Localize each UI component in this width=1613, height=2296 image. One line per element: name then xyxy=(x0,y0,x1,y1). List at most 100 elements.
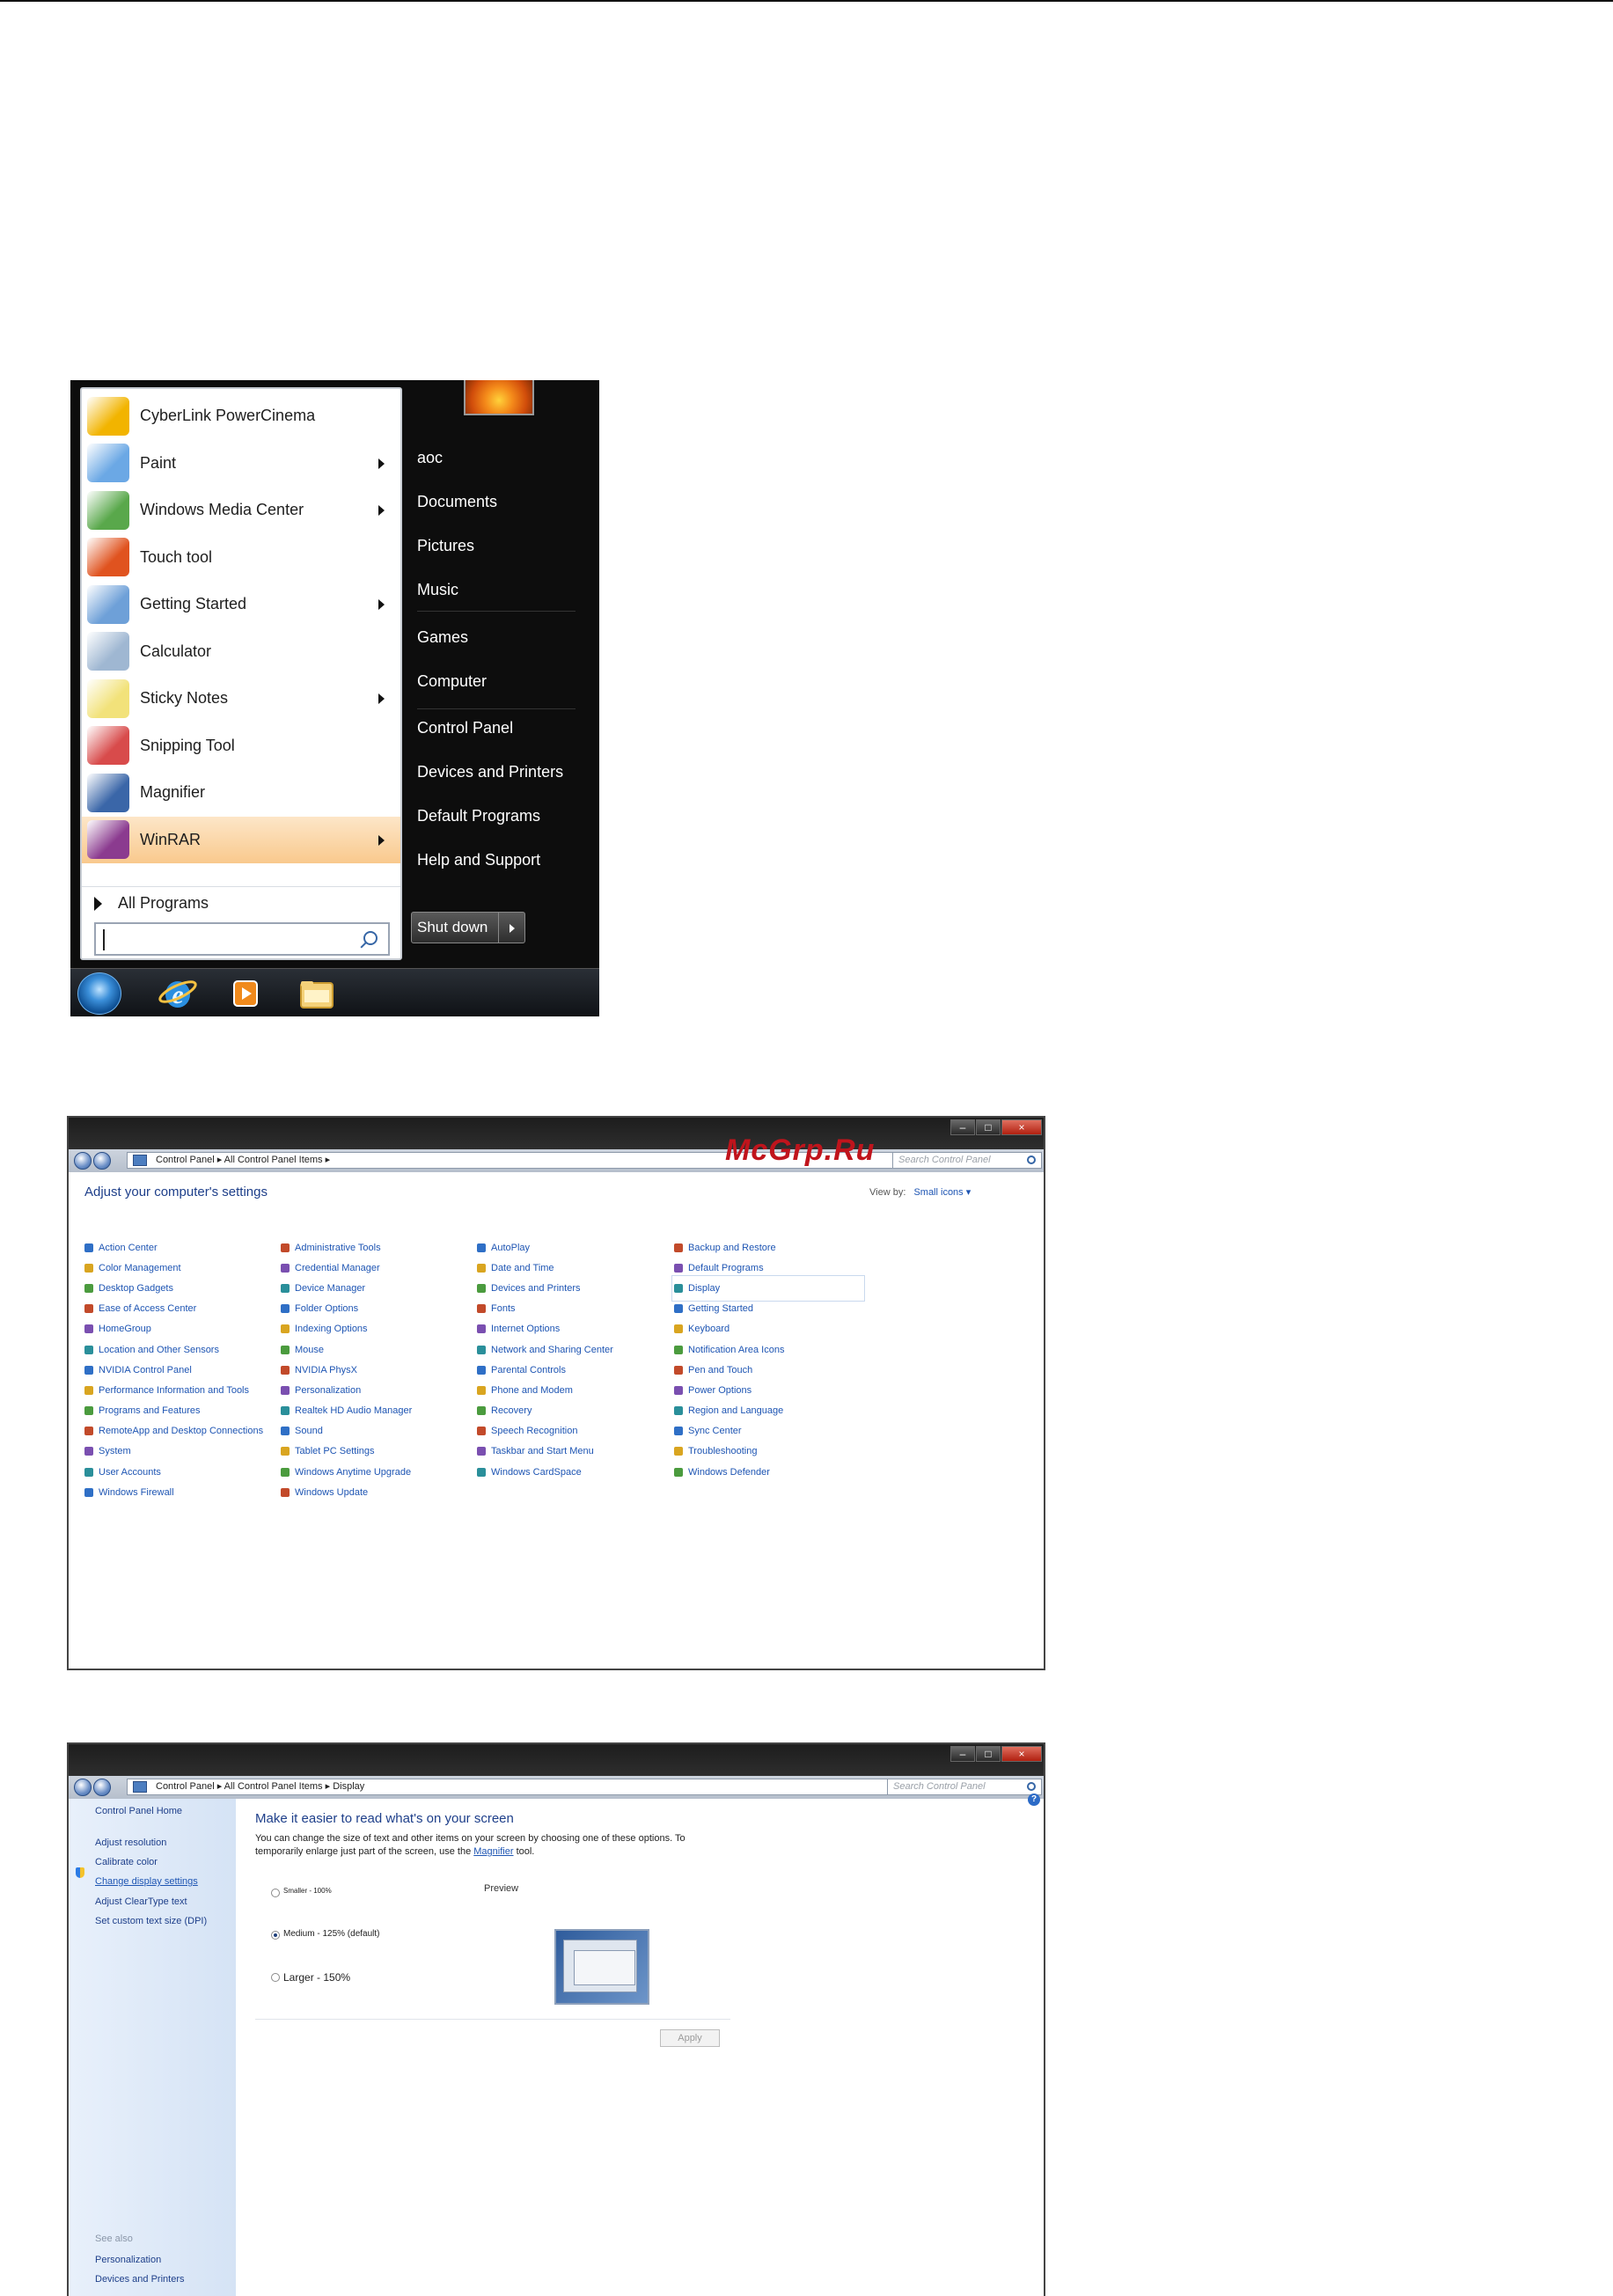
control-panel-item[interactable]: Taskbar and Start Menu xyxy=(477,1441,671,1462)
search-icon[interactable] xyxy=(1027,1782,1036,1791)
minimize-button[interactable]: – xyxy=(950,1746,975,1762)
control-panel-item[interactable]: Windows CardSpace xyxy=(477,1462,671,1482)
close-button[interactable]: × xyxy=(1001,1119,1042,1135)
program-item[interactable]: WinRAR xyxy=(82,816,400,863)
size-option-label[interactable]: Medium - 125% (default) xyxy=(283,1929,380,1939)
see-also-link[interactable]: Devices and Printers xyxy=(95,2274,185,2285)
sidebar-link[interactable]: Calibrate color xyxy=(95,1857,158,1867)
control-panel-item[interactable]: Credential Manager xyxy=(281,1258,474,1278)
control-panel-item[interactable]: Color Management xyxy=(84,1258,278,1278)
maximize-button[interactable]: □ xyxy=(976,1119,1001,1135)
help-icon[interactable]: ? xyxy=(1028,1794,1040,1806)
control-panel-item[interactable]: Sync Center xyxy=(674,1421,868,1441)
control-panel-item[interactable]: Region and Language xyxy=(674,1401,868,1421)
program-item[interactable]: Getting Started xyxy=(82,581,400,627)
control-panel-item[interactable]: NVIDIA PhysX xyxy=(281,1360,474,1380)
control-panel-item[interactable]: Windows Firewall xyxy=(84,1482,278,1502)
control-panel-item[interactable]: Ease of Access Center xyxy=(84,1299,278,1319)
control-panel-item[interactable]: Keyboard xyxy=(674,1319,868,1339)
size-option-radio[interactable] xyxy=(271,1973,280,1982)
control-panel-item[interactable]: NVIDIA Control Panel xyxy=(84,1360,278,1380)
submenu-arrow-icon[interactable] xyxy=(378,458,385,469)
control-panel-item[interactable]: Display xyxy=(671,1275,865,1302)
size-option-radio[interactable] xyxy=(271,1889,280,1897)
control-panel-item[interactable]: Location and Other Sensors xyxy=(84,1339,278,1360)
forward-button[interactable] xyxy=(93,1779,111,1796)
close-button[interactable]: × xyxy=(1001,1746,1042,1762)
control-panel-item[interactable]: RemoteApp and Desktop Connections xyxy=(84,1421,278,1441)
submenu-arrow-icon[interactable] xyxy=(378,599,385,610)
control-panel-home-link[interactable]: Control Panel Home xyxy=(95,1806,182,1816)
program-item[interactable]: Calculator xyxy=(82,628,400,675)
control-panel-item[interactable]: Device Manager xyxy=(281,1278,474,1298)
control-panel-item[interactable]: Mouse xyxy=(281,1339,474,1360)
see-also-link[interactable]: Personalization xyxy=(95,2255,161,2265)
size-option-label[interactable]: Smaller - 100% xyxy=(283,1887,332,1895)
back-button[interactable] xyxy=(74,1779,92,1796)
apply-button[interactable]: Apply xyxy=(660,2029,720,2047)
program-item[interactable]: Sticky Notes xyxy=(82,675,400,722)
submenu-arrow-icon[interactable] xyxy=(378,693,385,704)
control-panel-item[interactable]: Power Options xyxy=(674,1380,868,1400)
control-panel-item[interactable]: Tablet PC Settings xyxy=(281,1441,474,1462)
start-menu-link[interactable]: Games xyxy=(417,628,468,647)
control-panel-item[interactable]: Troubleshooting xyxy=(674,1441,868,1462)
control-panel-item[interactable]: Fonts xyxy=(477,1299,671,1319)
control-panel-item[interactable]: Getting Started xyxy=(674,1299,868,1319)
program-item[interactable]: Snipping Tool xyxy=(82,723,400,769)
control-panel-item[interactable]: Internet Options xyxy=(477,1319,671,1339)
maximize-button[interactable]: □ xyxy=(976,1746,1001,1762)
control-panel-item[interactable]: Backup and Restore xyxy=(674,1237,868,1258)
start-menu-link[interactable]: Default Programs xyxy=(417,807,540,825)
internet-explorer-icon[interactable]: e xyxy=(157,974,199,1013)
start-menu-link[interactable]: Pictures xyxy=(417,537,474,555)
program-item[interactable]: Paint xyxy=(82,440,400,487)
sidebar-link[interactable]: Set custom text size (DPI) xyxy=(95,1916,207,1926)
control-panel-item[interactable]: Windows Defender xyxy=(674,1462,868,1482)
windows-explorer-icon[interactable] xyxy=(296,974,338,1013)
program-item[interactable]: Windows Media Center xyxy=(82,487,400,533)
size-option-radio[interactable] xyxy=(271,1931,280,1940)
submenu-arrow-icon[interactable] xyxy=(378,834,385,846)
forward-button[interactable] xyxy=(93,1152,111,1170)
control-panel-item[interactable]: Programs and Features xyxy=(84,1401,278,1421)
submenu-arrow-icon[interactable] xyxy=(378,505,385,516)
control-panel-item[interactable]: System xyxy=(84,1441,278,1462)
start-orb-icon[interactable] xyxy=(77,972,121,1015)
control-panel-item[interactable]: Folder Options xyxy=(281,1299,474,1319)
minimize-button[interactable]: – xyxy=(950,1119,975,1135)
start-menu-link[interactable]: Devices and Printers xyxy=(417,763,563,781)
start-menu-link[interactable]: Computer xyxy=(417,672,487,691)
breadcrumb[interactable]: Control Panel ▸ All Control Panel Items … xyxy=(127,1779,919,1795)
control-panel-item[interactable]: Notification Area Icons xyxy=(674,1339,868,1360)
start-menu-link[interactable]: Music xyxy=(417,581,458,599)
sidebar-link[interactable]: Change display settings xyxy=(95,1876,198,1887)
search-icon[interactable] xyxy=(1027,1155,1036,1164)
control-panel-item[interactable]: Administrative Tools xyxy=(281,1237,474,1258)
sidebar-link[interactable]: Adjust ClearType text xyxy=(95,1896,187,1907)
start-menu-link[interactable]: Documents xyxy=(417,493,497,511)
control-panel-item[interactable]: Recovery xyxy=(477,1401,671,1421)
control-panel-item[interactable]: Windows Update xyxy=(281,1482,474,1502)
control-panel-item[interactable]: AutoPlay xyxy=(477,1237,671,1258)
control-panel-item[interactable]: Date and Time xyxy=(477,1258,671,1278)
media-player-icon[interactable] xyxy=(225,974,268,1013)
start-search-input[interactable] xyxy=(94,922,390,956)
program-item[interactable]: Touch tool xyxy=(82,534,400,581)
control-panel-item[interactable]: Parental Controls xyxy=(477,1360,671,1380)
all-programs-item[interactable]: All Programs xyxy=(82,886,400,920)
start-menu-link[interactable]: Control Panel xyxy=(417,719,513,737)
control-panel-item[interactable]: HomeGroup xyxy=(84,1319,278,1339)
control-panel-item[interactable]: Personalization xyxy=(281,1380,474,1400)
magnifier-link[interactable]: Magnifier xyxy=(473,1846,513,1857)
control-panel-item[interactable]: Network and Sharing Center xyxy=(477,1339,671,1360)
control-panel-item[interactable]: Realtek HD Audio Manager xyxy=(281,1401,474,1421)
control-panel-item[interactable]: Desktop Gadgets xyxy=(84,1278,278,1298)
view-by-dropdown[interactable]: Small icons ▾ xyxy=(913,1187,971,1198)
control-panel-item[interactable]: Default Programs xyxy=(674,1258,868,1278)
shut-down-button[interactable]: Shut down xyxy=(411,912,499,943)
control-panel-item[interactable]: Windows Anytime Upgrade xyxy=(281,1462,474,1482)
user-picture[interactable] xyxy=(464,380,534,415)
size-option-label[interactable]: Larger - 150% xyxy=(283,1971,350,1984)
start-menu-link[interactable]: Help and Support xyxy=(417,851,540,869)
